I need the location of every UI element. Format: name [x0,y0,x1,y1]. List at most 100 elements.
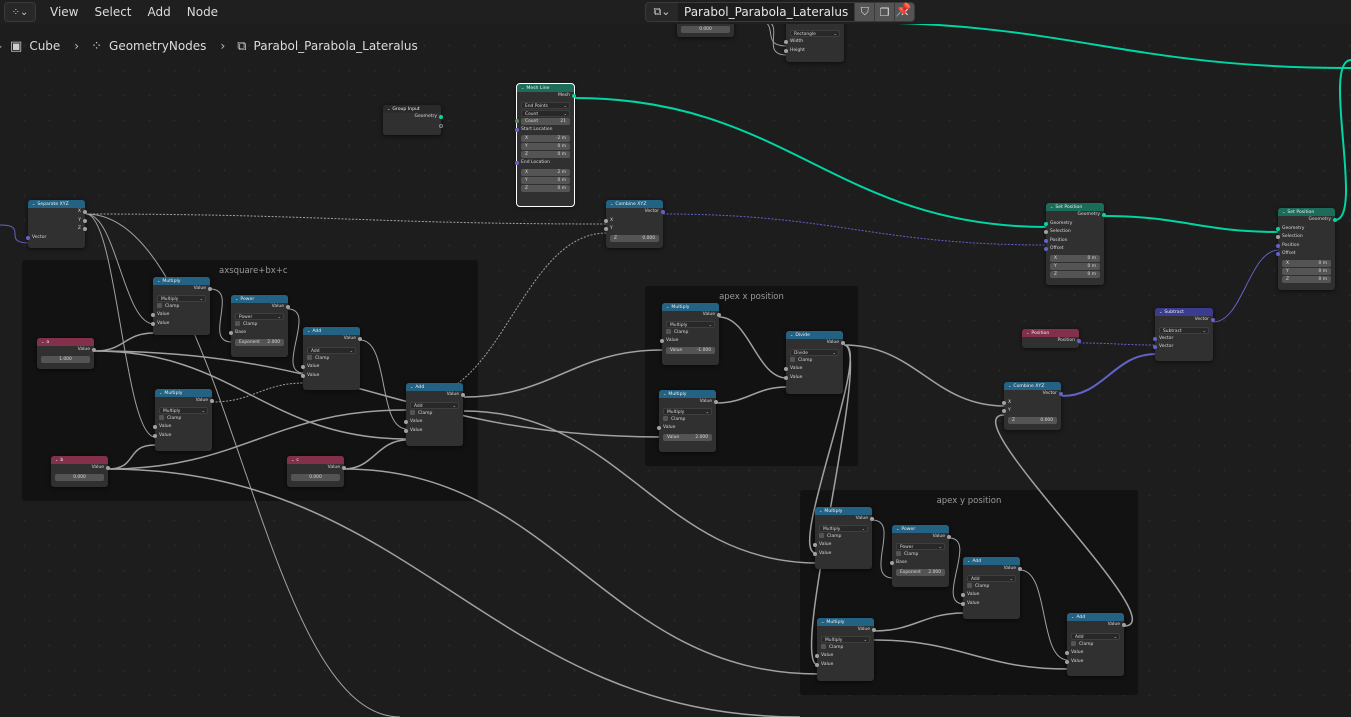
checkbox-icon[interactable] [235,320,240,326]
operation-dropdown[interactable]: Add [1071,632,1120,640]
input-socket[interactable] [153,425,157,430]
node-power-1[interactable]: ⌄Power Value Power Clamp Base Exponent2.… [229,295,290,357]
input-socket[interactable] [815,654,819,659]
checkbox-icon[interactable] [666,328,671,334]
node-header[interactable]: ⌄ Power [231,295,288,303]
node-set-position-2[interactable]: ⌄ Set Position Geometry Geometry Selectio… [1276,208,1337,290]
input-socket[interactable] [1002,400,1006,405]
collapse-chevron-icon[interactable]: ⌄ [790,332,793,337]
node-group-input[interactable]: ⌄ Group Input Geometry [383,105,443,135]
node-multiply-3[interactable]: ⌄Multiply Value Multiply Clamp Value Val… [660,303,721,365]
operation-dropdown[interactable]: Add [967,574,1016,582]
node-multiply-2[interactable]: ⌄Multiply Value Multiply Clamp Value Val… [153,389,214,451]
checkbox-icon[interactable] [410,409,415,415]
operation-dropdown[interactable]: Add [307,346,356,354]
collapse-chevron-icon[interactable]: ⌄ [896,526,899,531]
mode-dropdown[interactable]: Rectangle [790,30,840,37]
operation-dropdown[interactable]: Add [410,401,459,409]
node-combine-xyz-1[interactable]: ⌄ Combine XYZ Vector X Y Z 0.000 [604,200,665,248]
clamp-checkbox[interactable]: Clamp [892,550,949,560]
input-socket[interactable] [1002,409,1006,414]
node-multiply-6[interactable]: ⌄Multiply Value Multiply Clamp Value Val… [815,618,876,681]
input-socket[interactable] [301,373,305,378]
menu-select[interactable]: Select [86,0,139,24]
input-socket[interactable] [1276,243,1280,248]
value-field[interactable]: 0.000 [55,473,104,481]
end-z-field[interactable]: Z0 m [521,184,570,192]
collapse-chevron-icon[interactable]: ⌄ [663,391,666,396]
count-field[interactable]: Count 21 [515,117,570,125]
fake-user-shield-icon[interactable]: ⛉ [854,3,875,21]
checkbox-icon[interactable] [157,302,162,308]
operation-dropdown[interactable]: Multiply [821,635,870,643]
operation-dropdown[interactable]: Power [235,312,284,320]
node-partial-quad[interactable]: Rectangle Width Height [784,20,844,62]
node-header[interactable]: ⌄ c [287,456,344,464]
node-power-2[interactable]: ⌄Power Value Power Clamp Base Exponent2.… [890,525,951,587]
node-header[interactable]: ⌄ Combine XYZ [606,200,663,208]
input-socket[interactable] [1044,230,1048,235]
node-multiply-5[interactable]: ⌄Multiply Value Multiply Clamp Value Val… [813,507,874,569]
start-y-field[interactable]: Y0 m [521,143,570,150]
offset-z-field[interactable]: Z0 m [1050,270,1100,278]
collapse-chevron-icon[interactable]: ⌄ [159,390,162,395]
input-socket[interactable] [1044,247,1048,252]
offset-y-field[interactable]: Y0 m [1050,262,1100,270]
input-socket[interactable] [515,161,519,166]
collapse-chevron-icon[interactable]: ⌄ [55,457,58,462]
input-socket[interactable] [151,321,155,326]
checkbox-icon[interactable] [819,532,824,538]
operation-dropdown[interactable]: Multiply [159,406,208,414]
collapse-chevron-icon[interactable]: ⌄ [410,384,413,389]
node-header[interactable]: ⌄ Power [892,525,949,533]
node-header[interactable]: ⌄ a [37,338,94,346]
value-field[interactable]: Value 2.000 [663,433,712,441]
node-tree-browse-icon[interactable]: ⧉⌄ [646,3,678,21]
count-mode-dropdown[interactable]: Count [521,109,570,117]
clamp-checkbox[interactable]: Clamp [406,409,463,419]
node-header[interactable]: ⌄ Position [1022,329,1079,337]
node-header[interactable]: ⌄ Add [963,557,1020,565]
z-field[interactable]: Z 0.000 [1008,416,1057,424]
clamp-checkbox[interactable]: Clamp [153,302,210,312]
node-header[interactable]: ⌄ Mesh Line [517,84,574,92]
output-socket[interactable] [83,218,87,223]
end-x-field[interactable]: X2 m [521,168,570,176]
clamp-checkbox[interactable]: Clamp [662,328,719,338]
input-socket[interactable] [515,127,519,132]
node-header[interactable]: ⌄ Group Input [383,105,441,113]
input-socket[interactable] [660,339,664,344]
checkbox-icon[interactable] [896,550,901,556]
collapse-chevron-icon[interactable]: ⌄ [1159,309,1162,314]
collapse-chevron-icon[interactable]: ⌄ [41,339,44,344]
collapse-chevron-icon[interactable]: ⌄ [666,304,669,309]
checkbox-icon[interactable] [307,354,312,360]
input-socket[interactable] [1065,659,1069,664]
input-socket[interactable] [1044,221,1048,226]
node-header[interactable]: ⌄ Divide [786,331,843,339]
input-socket[interactable] [961,601,965,606]
node-header[interactable]: ⌄ Add [406,383,463,391]
breadcrumb-item-modifier[interactable]: ⁘ GeometryNodes [83,39,206,54]
clamp-checkbox[interactable]: Clamp [815,532,872,542]
menu-node[interactable]: Node [179,0,226,24]
node-header[interactable]: ⌄ Add [1067,613,1124,621]
input-socket[interactable] [1276,252,1280,257]
z-field[interactable]: Z 0.000 [610,234,659,242]
collapse-chevron-icon[interactable]: ⌄ [157,278,160,283]
node-tree-name-field[interactable]: Parabol_Parabola_Lateralus [678,3,855,21]
input-socket[interactable] [784,40,788,45]
input-socket[interactable] [1276,226,1280,231]
collapse-chevron-icon[interactable]: ⌄ [235,296,238,301]
clamp-checkbox[interactable]: Clamp [303,354,360,364]
input-socket[interactable] [784,48,788,53]
input-socket[interactable] [813,551,817,556]
clamp-checkbox[interactable]: Clamp [963,582,1020,592]
node-multiply-4[interactable]: ⌄Multiply Value Multiply Clamp Value Val… [657,390,718,452]
input-socket[interactable] [657,426,661,431]
menu-add[interactable]: Add [140,0,179,24]
node-position[interactable]: ⌄ Position Position [1022,329,1081,348]
clamp-checkbox[interactable]: Clamp [1067,640,1124,650]
exponent-field[interactable]: Exponent 2.000 [235,338,284,346]
checkbox-icon[interactable] [967,582,972,588]
